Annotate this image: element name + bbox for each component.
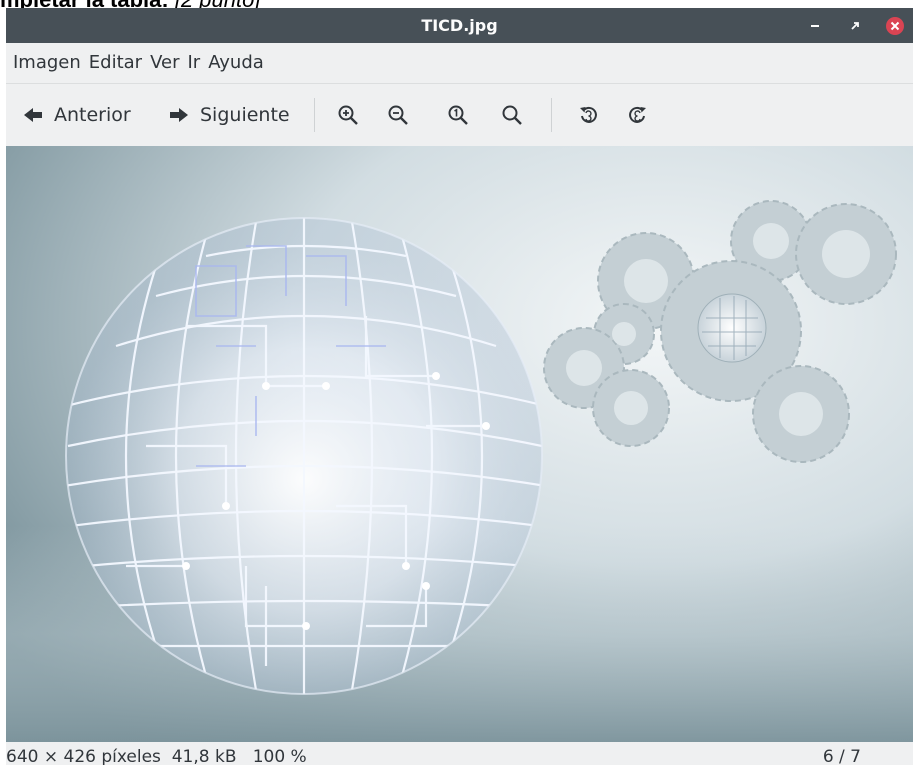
zoom-original-button[interactable] [446, 98, 470, 132]
previous-button[interactable]: Anterior [22, 98, 131, 132]
toolbar-separator [551, 98, 552, 132]
rotate-left-button[interactable] [576, 98, 600, 132]
picture-globe-gears [6, 146, 913, 742]
status-zoom: 100 % [252, 747, 307, 765]
menu-imagen[interactable]: Imagen [9, 43, 85, 83]
status-bar: 640 × 426 píxeles 41,8 kB 100 % 6 / 7 [6, 742, 913, 765]
window-title: TICD.jpg [421, 16, 498, 35]
toolbar: Anterior Siguiente [6, 84, 913, 146]
image-viewer-window: TICD.jpg Imagen Editar Ver Ir Ayuda Anterior… [6, 8, 913, 765]
image-canvas[interactable] [6, 146, 913, 742]
status-file-size: 41,8 kB [171, 747, 237, 765]
zoom-in-icon [338, 105, 358, 125]
status-position: 6 / 7 [822, 747, 861, 765]
close-button[interactable] [880, 8, 910, 43]
maximize-icon [851, 21, 859, 30]
status-left: 640 × 426 píxeles 41,8 kB 100 % [6, 742, 307, 765]
close-icon [886, 16, 904, 35]
toolbar-separator [314, 98, 315, 132]
zoom-in-button[interactable] [336, 98, 360, 132]
menu-bar: Imagen Editar Ver Ir Ayuda [6, 43, 913, 84]
minimize-button[interactable] [800, 8, 830, 43]
previous-label: Anterior [54, 104, 131, 126]
status-dimensions: 640 × 426 píxeles [6, 747, 161, 765]
rotate-right-icon [629, 106, 646, 123]
arrow-right-icon [170, 108, 188, 122]
zoom-out-button[interactable] [386, 98, 410, 132]
title-bar: TICD.jpg [6, 8, 913, 43]
menu-ver[interactable]: Ver [146, 43, 183, 83]
zoom-fit-button[interactable] [500, 98, 524, 132]
maximize-button[interactable] [840, 8, 870, 43]
zoom-fit-icon [502, 105, 522, 125]
menu-editar[interactable]: Editar [85, 43, 146, 83]
arrow-left-icon [24, 108, 42, 122]
rotate-right-button[interactable] [626, 98, 650, 132]
next-button[interactable]: Siguiente [168, 98, 290, 132]
next-label: Siguiente [200, 104, 290, 126]
menu-ir[interactable]: Ir [183, 43, 204, 83]
minimize-icon [811, 24, 819, 27]
menu-ayuda[interactable]: Ayuda [204, 43, 268, 83]
zoom-out-icon [388, 105, 408, 125]
zoom-original-icon [448, 105, 468, 125]
rotate-left-icon [580, 106, 597, 123]
